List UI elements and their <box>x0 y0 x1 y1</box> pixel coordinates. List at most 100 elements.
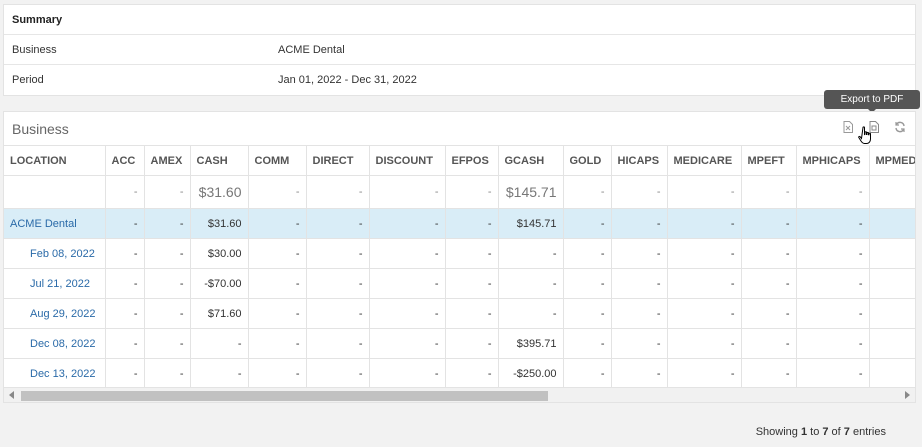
table-cell: - <box>369 268 446 299</box>
column-header[interactable]: CASH <box>190 145 249 176</box>
column-header[interactable]: MEDICARE <box>667 145 742 176</box>
table-cell: - <box>498 238 564 269</box>
table-header-row: LOCATION ACC AMEX CASH COMM DIRECT DISCOUNT EFP… <box>4 145 915 176</box>
table-cell: $395.71 <box>498 328 564 359</box>
total-cell: - <box>144 175 191 209</box>
table-cell: - <box>796 208 870 239</box>
column-header[interactable]: ACC <box>105 145 145 176</box>
total-cell: $145.71 <box>498 175 564 209</box>
summary-row-business: Business ACME Dental <box>4 35 915 65</box>
table-cell: -$250.00 <box>498 358 564 387</box>
table-cell: - <box>796 298 870 329</box>
total-cell: - <box>105 175 145 209</box>
table-cell: - <box>445 238 499 269</box>
table-cell: - <box>498 298 564 329</box>
horizontal-scrollbar[interactable] <box>4 387 915 402</box>
table-cell: - <box>369 298 446 329</box>
column-header[interactable]: MPEFT <box>741 145 797 176</box>
refresh-icon[interactable] <box>893 120 907 134</box>
table-cell: - <box>105 298 145 329</box>
column-header[interactable]: MPHICAPS <box>796 145 870 176</box>
table-cell: - <box>741 208 797 239</box>
table-cell: - <box>248 328 307 359</box>
table-cell: - <box>306 208 370 239</box>
table-cell: $71.60 <box>190 298 249 329</box>
business-panel-title: Business <box>12 120 69 137</box>
table-cell: - <box>563 268 612 299</box>
date-link[interactable]: Dec 13, 2022 <box>4 358 106 387</box>
table-cell: - <box>741 328 797 359</box>
table-cell: - <box>105 328 145 359</box>
table-cell: - <box>248 298 307 329</box>
business-panel-header: Business <box>4 112 915 145</box>
excel-export-icon[interactable] <box>841 120 855 134</box>
column-header[interactable]: EFPOS <box>445 145 499 176</box>
table-cell <box>869 358 915 387</box>
table-cell: - <box>369 328 446 359</box>
table-cell: - <box>667 268 742 299</box>
table-row: Aug 29, 2022- - $71.60- - - - - - - - - - <box>4 298 915 329</box>
total-cell <box>869 175 915 209</box>
column-header[interactable]: AMEX <box>144 145 191 176</box>
scroll-left-arrow-icon[interactable] <box>9 391 14 399</box>
table-cell: - <box>306 268 370 299</box>
column-header[interactable]: GOLD <box>563 145 612 176</box>
column-header[interactable]: HICAPS <box>611 145 668 176</box>
total-cell: $31.60 <box>190 175 249 209</box>
column-header[interactable]: LOCATION <box>4 145 106 176</box>
table-cell: - <box>105 358 145 387</box>
table-cell <box>869 328 915 359</box>
table-cell: - <box>563 328 612 359</box>
scrollbar-thumb[interactable] <box>21 391 548 401</box>
table-cell: - <box>144 268 191 299</box>
table-cell: - <box>190 358 249 387</box>
table-cell: - <box>248 268 307 299</box>
summary-panel: Summary Business ACME Dental Period Jan … <box>3 4 916 96</box>
table-cell: $31.60 <box>190 208 249 239</box>
date-link[interactable]: Dec 08, 2022 <box>4 328 106 359</box>
table-cell: - <box>248 358 307 387</box>
column-header[interactable]: GCASH <box>498 145 564 176</box>
table-row: Dec 13, 2022- - - - - - - -$250.00- - - - - <box>4 358 915 387</box>
column-header[interactable]: DIRECT <box>306 145 370 176</box>
date-link[interactable]: Feb 08, 2022 <box>4 238 106 269</box>
table-cell: - <box>306 358 370 387</box>
column-header[interactable]: DISCOUNT <box>369 145 446 176</box>
table-cell: - <box>445 268 499 299</box>
total-cell: - <box>611 175 668 209</box>
column-header[interactable]: MPMEDICARE <box>869 145 915 176</box>
table-cell: - <box>741 298 797 329</box>
table-cell: - <box>144 298 191 329</box>
table-cell <box>869 238 915 269</box>
table-cell: - <box>741 238 797 269</box>
date-link[interactable]: Jul 21, 2022 <box>4 268 106 299</box>
report-table: LOCATION ACC AMEX CASH COMM DIRECT DISCOUNT EFP… <box>4 145 915 387</box>
table-cell: - <box>741 268 797 299</box>
total-cell: - <box>369 175 446 209</box>
table-row: Feb 08, 2022- - $30.00- - - - - - - - - - <box>4 238 915 269</box>
location-link[interactable]: ACME Dental <box>4 208 106 239</box>
table-cell: - <box>563 238 612 269</box>
table-cell: - <box>611 208 668 239</box>
table-cell: - <box>144 238 191 269</box>
footer-text: to <box>807 426 823 438</box>
table-cell: - <box>190 328 249 359</box>
table-cell: - <box>563 208 612 239</box>
business-panel: Business LOCATION ACC AMEX CASH COMM DIRECT DI… <box>3 111 916 403</box>
table-cell: - <box>369 208 446 239</box>
column-header[interactable]: COMM <box>248 145 307 176</box>
table-cell: - <box>105 268 145 299</box>
table-cell: - <box>306 238 370 269</box>
table-cell: -$70.00 <box>190 268 249 299</box>
summary-title: Summary <box>4 5 915 35</box>
date-link[interactable]: Aug 29, 2022 <box>4 298 106 329</box>
scroll-right-arrow-icon[interactable] <box>905 391 910 399</box>
summary-value: Jan 01, 2022 - Dec 31, 2022 <box>278 73 417 86</box>
table-cell: - <box>306 328 370 359</box>
total-cell: - <box>741 175 797 209</box>
summary-label: Business <box>12 43 57 56</box>
table-cell <box>869 268 915 299</box>
table-cell: $145.71 <box>498 208 564 239</box>
table-cell: - <box>563 298 612 329</box>
report-table-container: LOCATION ACC AMEX CASH COMM DIRECT DISCOUNT EFP… <box>4 145 915 387</box>
